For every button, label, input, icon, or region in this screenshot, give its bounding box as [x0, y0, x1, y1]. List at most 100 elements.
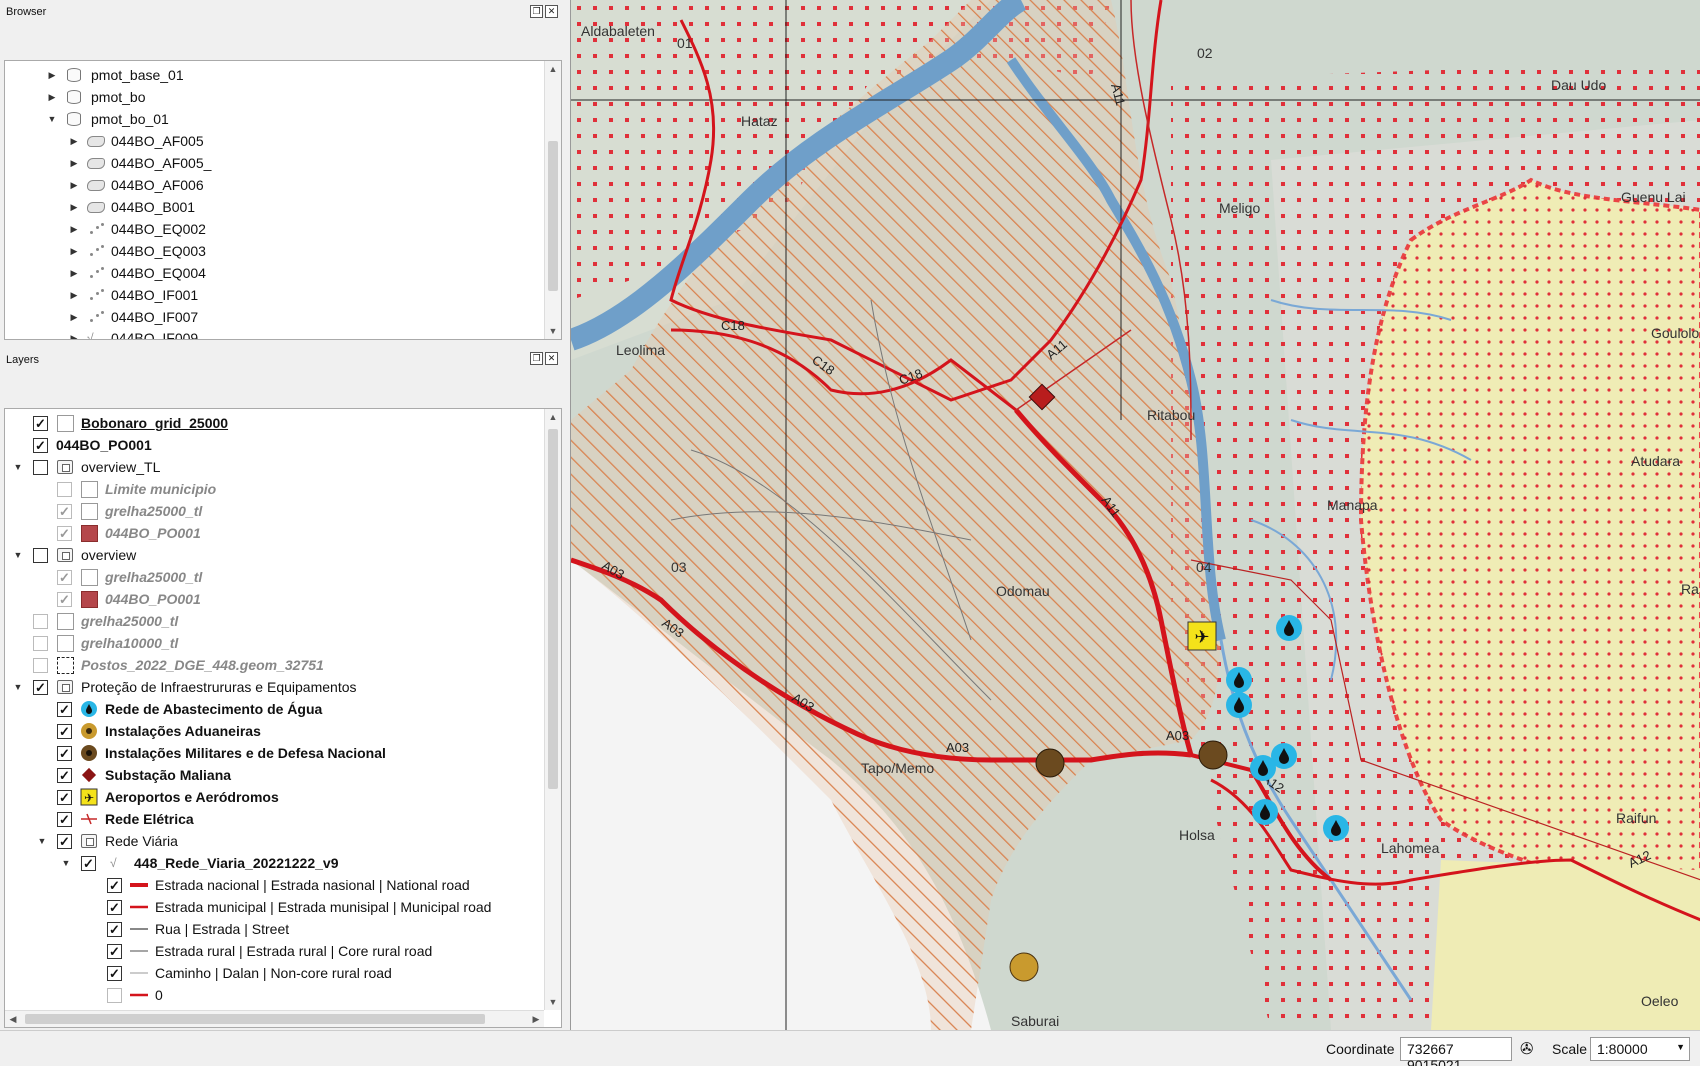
browser-item[interactable]: ▶ 044BO_EQ002 [67, 218, 206, 240]
airport-icon[interactable]: ✈ [1187, 621, 1217, 651]
layer-checkbox[interactable] [57, 481, 72, 497]
layer-checkbox[interactable]: ✓ [33, 437, 48, 453]
layer-item[interactable]: grelha10000_tl [33, 632, 178, 654]
browser-item[interactable]: ▶ 044BO_B001 [67, 196, 196, 218]
chevron-right-icon[interactable]: ▶ [67, 246, 81, 257]
chevron-right-icon[interactable]: ▶ [45, 70, 59, 81]
chevron-right-icon[interactable]: ▶ [67, 268, 81, 279]
layer-checkbox[interactable]: ✓ [57, 569, 72, 585]
layer-checkbox[interactable]: ✓ [57, 723, 72, 739]
layer-checkbox[interactable]: ✓ [57, 745, 72, 761]
water-drop-icon[interactable] [1226, 692, 1252, 718]
military-icon[interactable] [1035, 748, 1065, 778]
layer-item[interactable]: ✓ 044BO_PO001 [57, 588, 201, 610]
layer-checkbox[interactable]: ✓ [33, 415, 48, 431]
scroll-up-icon[interactable]: ▲ [545, 61, 561, 77]
scale-combobox[interactable]: 1:80000 ▼ [1590, 1037, 1690, 1061]
chevron-down-icon[interactable]: ▼ [35, 836, 49, 846]
layer-item[interactable]: ▼ ✓ √ 448_Rede_Viaria_20221222_v9 [59, 852, 339, 874]
layer-item[interactable]: Postos_2022_DGE_448.geom_32751 [33, 654, 324, 676]
layer-checkbox[interactable] [33, 613, 48, 629]
browser-item[interactable]: ▶ pmot_base_01 [45, 64, 184, 86]
chevron-down-icon[interactable]: ▼ [11, 682, 25, 692]
chevron-right-icon[interactable]: ▶ [67, 290, 81, 301]
layer-item[interactable]: ✓ Instalações Militares e de Defesa Naci… [57, 742, 386, 764]
chevron-right-icon[interactable]: ▶ [67, 202, 81, 213]
map-canvas[interactable]: Aldabaleten Hataz Dau Udo Meligo Guenu L… [570, 0, 1700, 1030]
layer-item[interactable]: ✓ Substação Maliana [57, 764, 231, 786]
scroll-right-icon[interactable]: ▶ [528, 1011, 544, 1027]
browser-item[interactable]: ▶ 044BO_AF005_ [67, 152, 212, 174]
layer-checkbox[interactable]: ✓ [57, 503, 72, 519]
scroll-down-icon[interactable]: ▼ [545, 994, 561, 1010]
layer-group[interactable]: ▼ ✓ Proteção de Infraestrururas e Equipam… [11, 676, 357, 698]
layer-checkbox[interactable]: ✓ [57, 701, 72, 717]
browser-tree[interactable]: ▶ pmot_base_01 ▶ pmot_bo ▼ pmot_bo_01 ▶ … [4, 60, 562, 340]
layer-item[interactable]: ✓ grelha25000_tl [57, 566, 202, 588]
layer-checkbox[interactable]: ✓ [57, 811, 72, 827]
coordinate-field[interactable]: 732667 9015021 [1400, 1037, 1512, 1066]
chevron-right-icon[interactable]: ▶ [67, 333, 81, 340]
browser-item[interactable]: ▼ pmot_bo_01 [45, 108, 169, 130]
layer-group[interactable]: ▼ overview_TL [11, 456, 161, 478]
chevron-right-icon[interactable]: ▶ [67, 312, 81, 323]
chevron-right-icon[interactable]: ▶ [67, 136, 81, 147]
layer-item[interactable]: ✓ Rede de Abastecimento de Água [57, 698, 322, 720]
browser-item[interactable]: ▶ 044BO_EQ003 [67, 240, 206, 262]
layer-item[interactable]: ✓ Rede Elétrica [57, 808, 194, 830]
close-icon[interactable]: ✕ [545, 352, 558, 365]
layer-item[interactable]: Limite municipio [57, 478, 216, 500]
layer-checkbox[interactable] [33, 459, 48, 475]
layer-checkbox[interactable]: ✓ [107, 899, 122, 915]
military-icon[interactable] [1198, 740, 1228, 770]
water-drop-icon[interactable] [1252, 799, 1278, 825]
scroll-thumb[interactable] [548, 141, 558, 291]
water-drop-icon[interactable] [1323, 815, 1349, 841]
browser-item[interactable]: ▶ √ 044BO_IF009 [67, 327, 199, 340]
scroll-up-icon[interactable]: ▲ [545, 409, 561, 425]
chevron-down-icon[interactable]: ▼ [1676, 1042, 1685, 1052]
scroll-down-icon[interactable]: ▼ [545, 323, 561, 339]
scroll-thumb[interactable] [548, 429, 558, 789]
layer-checkbox[interactable]: ✓ [107, 877, 122, 893]
layers-hscrollbar[interactable]: ◀ ▶ [5, 1010, 544, 1027]
chevron-right-icon[interactable]: ▶ [45, 92, 59, 103]
chevron-right-icon[interactable]: ▶ [67, 180, 81, 191]
layer-item[interactable]: ✓ 044BO_PO001 [33, 434, 152, 456]
layer-checkbox[interactable]: ✓ [107, 965, 122, 981]
browser-item[interactable]: ▶ 044BO_AF006 [67, 174, 204, 196]
legend-item[interactable]: ✓ Caminho | Dalan | Non-core rural road [107, 962, 392, 984]
layer-group[interactable]: ▼ overview [11, 544, 137, 566]
layer-checkbox[interactable] [107, 987, 122, 1003]
browser-item[interactable]: ▶ 044BO_IF007 [67, 306, 199, 328]
float-icon[interactable]: ❐ [530, 352, 543, 365]
chevron-down-icon[interactable]: ▼ [11, 550, 25, 560]
layer-checkbox[interactable]: ✓ [81, 855, 96, 871]
scroll-left-icon[interactable]: ◀ [5, 1011, 21, 1027]
layer-item[interactable]: ✓ Instalações Aduaneiras [57, 720, 261, 742]
layer-checkbox[interactable]: ✓ [33, 679, 48, 695]
layer-checkbox[interactable]: ✓ [57, 789, 72, 805]
layer-checkbox[interactable]: ✓ [57, 833, 72, 849]
water-drop-icon[interactable] [1276, 615, 1302, 641]
chevron-down-icon[interactable]: ▼ [59, 858, 73, 868]
layer-checkbox[interactable]: ✓ [107, 921, 122, 937]
chevron-right-icon[interactable]: ▶ [67, 224, 81, 235]
layer-item[interactable]: grelha25000_tl [33, 610, 178, 632]
layer-checkbox[interactable] [33, 635, 48, 651]
layer-checkbox[interactable]: ✓ [57, 767, 72, 783]
browser-item[interactable]: ▶ pmot_bo [45, 86, 146, 108]
browser-item[interactable]: ▶ 044BO_IF001 [67, 284, 199, 306]
browser-item[interactable]: ▶ 044BO_AF005 [67, 130, 204, 152]
water-drop-icon[interactable] [1226, 667, 1252, 693]
chevron-down-icon[interactable]: ▼ [11, 462, 25, 472]
layer-checkbox[interactable]: ✓ [107, 943, 122, 959]
layers-tree[interactable]: ✓ Bobonaro_grid_25000 ✓ 044BO_PO001 ▼ ov… [4, 408, 562, 1028]
legend-item[interactable]: ✓ Estrada rural | Estrada rural | Core r… [107, 940, 432, 962]
layer-group[interactable]: ▼ ✓ Rede Viária [35, 830, 178, 852]
customs-icon[interactable] [1009, 952, 1039, 982]
legend-item[interactable]: ✓ Rua | Estrada | Street [107, 918, 289, 940]
browser-item[interactable]: ▶ 044BO_EQ004 [67, 262, 206, 284]
layers-vscrollbar[interactable]: ▲ ▼ [544, 409, 561, 1010]
layer-checkbox[interactable]: ✓ [57, 591, 72, 607]
